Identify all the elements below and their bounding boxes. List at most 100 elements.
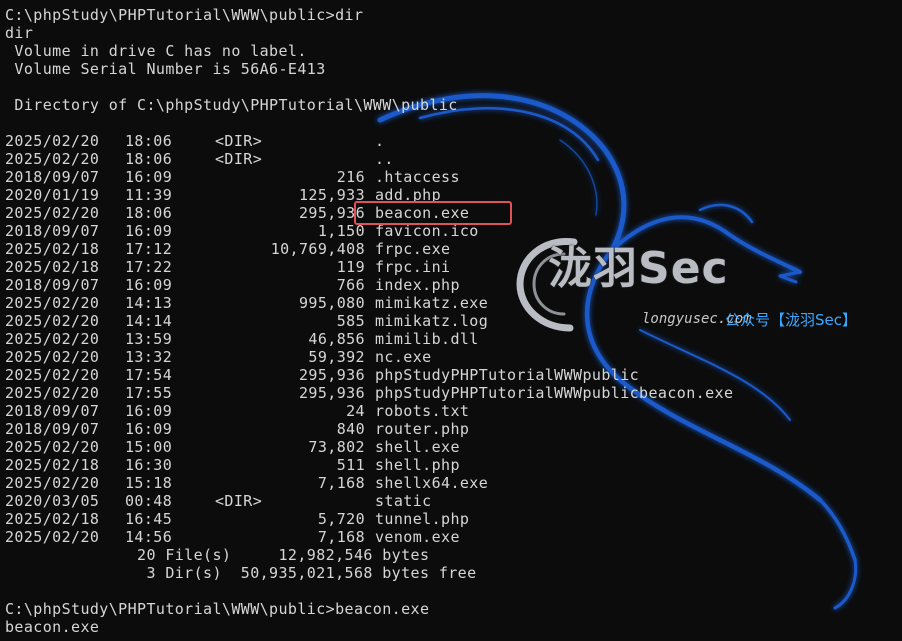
entry-date: 2018/09/07 [5,276,100,294]
directory-entry-row: 2025/02/20 14:13 995,080 mimikatz.exe [5,294,733,312]
entry-size: 840 [336,420,365,438]
directory-entry-row: 2025/02/20 14:14 585 mimikatz.log [5,312,733,330]
entry-name: index.php [375,276,460,294]
entry-time: 14:56 [125,528,173,546]
directory-entry-row: 2025/02/20 17:55 295,936 phpStudyPHPTutoria… [5,384,733,402]
entry-name: shellx64.exe [375,474,489,492]
volume-label-line: Volume in drive C has no label. [5,42,307,60]
entry-time: 18:06 [125,204,173,222]
entry-time: 11:39 [125,186,173,204]
directory-entry-row: 2025/02/18 17:12 10,769,408 frpc.exe [5,240,733,258]
entry-date: 2025/02/18 [5,510,100,528]
directory-entry-row: 2025/02/20 15:18 7,168 shellx64.exe [5,474,733,492]
entry-time: 16:09 [125,168,173,186]
entry-name: venom.exe [375,528,460,546]
entry-time: 17:12 [125,240,173,258]
entry-time: 17:55 [125,384,173,402]
entry-time: 16:09 [125,276,173,294]
entry-date: 2025/02/20 [5,348,100,366]
entry-time: 16:09 [125,420,173,438]
entry-size: 5,720 [317,510,365,528]
entry-time: 16:09 [125,402,173,420]
entry-name: mimikatz.exe [375,294,489,312]
directory-entry-row: 2018/09/07 16:09 766 index.php [5,276,733,294]
entry-size: 46,856 [308,330,365,348]
entry-name: mimikatz.log [375,312,489,330]
entry-date: 2020/01/19 [5,186,100,204]
entry-date: 2025/02/20 [5,204,100,222]
terminal-window[interactable]: 泷羽Sec longyusec.com 公众号【泷羽Sec】 C:\phpStu… [0,0,902,641]
directory-entry-row: 2020/03/05 00:48 <DIR> static [5,492,733,510]
echo-line: beacon.exe [5,618,100,636]
entry-name: mimilib.dll [375,330,479,348]
entry-size: 119 [336,258,365,276]
entry-size: 295,936 [298,384,365,402]
entry-date: 2018/09/07 [5,402,100,420]
entry-name: tunnel.php [375,510,470,528]
entry-name: . [375,132,385,150]
volume-serial-line: Volume Serial Number is 56A6-E413 [5,60,326,78]
entry-time: 15:18 [125,474,173,492]
entry-time: 18:06 [125,132,173,150]
entry-time: 15:00 [125,438,173,456]
entry-date: 2018/09/07 [5,420,100,438]
entry-date: 2025/02/20 [5,330,100,348]
entry-name: static [375,492,432,510]
entry-time: 00:48 [125,492,173,510]
watermark-cn-label: 公众号【泷羽Sec】 [725,311,857,329]
entry-size: 585 [336,312,365,330]
entry-date: 2018/09/07 [5,168,100,186]
entry-time: 16:09 [125,222,173,240]
directory-entry-row: 2025/02/20 18:06 <DIR>.. [5,150,733,168]
entry-name: .. [375,150,394,168]
entry-time: 16:30 [125,456,173,474]
entry-date: 2025/02/20 [5,528,100,546]
directory-entry-row: 2025/02/20 15:00 73,802 shell.exe [5,438,733,456]
entry-date: 2025/02/20 [5,438,100,456]
summary-dirs-line: 3 Dir(s) 50,935,021,568 bytes free [5,564,477,582]
terminal-output[interactable]: C:\phpStudy\PHPTutorial\WWW\public>dir di… [5,6,733,636]
entry-time: 14:14 [125,312,173,330]
entry-date: 2025/02/20 [5,150,100,168]
entry-date: 2025/02/20 [5,312,100,330]
entry-date: 2025/02/20 [5,366,100,384]
entry-size: 7,168 [317,528,365,546]
entry-size: 59,392 [308,348,365,366]
entry-date: 2025/02/18 [5,258,100,276]
entry-time: 17:22 [125,258,173,276]
directory-header-line: Directory of C:\phpStudy\PHPTutorial\WWW… [5,96,458,114]
directory-listing: 2025/02/20 18:06 <DIR>. 2025/02/20 18:06 <DIR… [5,132,733,546]
directory-entry-row: 2025/02/20 18:06 <DIR>. [5,132,733,150]
entry-date: 2025/02/20 [5,474,100,492]
entry-name: phpStudyPHPTutorialWWWpublic [375,366,640,384]
entry-dir-marker: <DIR> [215,132,263,150]
entry-name: nc.exe [375,348,432,366]
entry-time: 18:06 [125,150,173,168]
directory-entry-row: 2025/02/18 16:30 511 shell.php [5,456,733,474]
echo-line: dir [5,24,34,42]
prompt-line: C:\phpStudy\PHPTutorial\WWW\public>dir [5,6,364,24]
entry-date: 2025/02/20 [5,384,100,402]
directory-entry-row: 2025/02/20 13:32 59,392 nc.exe [5,348,733,366]
entry-size: 511 [336,456,365,474]
entry-date: 2025/02/18 [5,240,100,258]
entry-size: 995,080 [298,294,365,312]
entry-name: phpStudyPHPTutorialWWWpublicbeacon.exe [375,384,734,402]
entry-date: 2025/02/20 [5,132,100,150]
entry-time: 14:13 [125,294,173,312]
entry-name: shell.exe [375,438,460,456]
beacon-highlight-box [354,201,512,225]
directory-entry-row: 2018/09/07 16:09 216 .htaccess [5,168,733,186]
directory-entry-row: 2025/02/18 16:45 5,720 tunnel.php [5,510,733,528]
entry-size: 1,150 [317,222,365,240]
directory-entry-row: 2025/02/18 17:22 119 frpc.ini [5,258,733,276]
entry-size: 7,168 [317,474,365,492]
entry-date: 2025/02/18 [5,456,100,474]
directory-entry-row: 2025/02/20 17:54 295,936 phpStudyPHPTutoria… [5,366,733,384]
entry-size: 10,769,408 [270,240,365,258]
entry-date: 2018/09/07 [5,222,100,240]
entry-name: robots.txt [375,402,470,420]
